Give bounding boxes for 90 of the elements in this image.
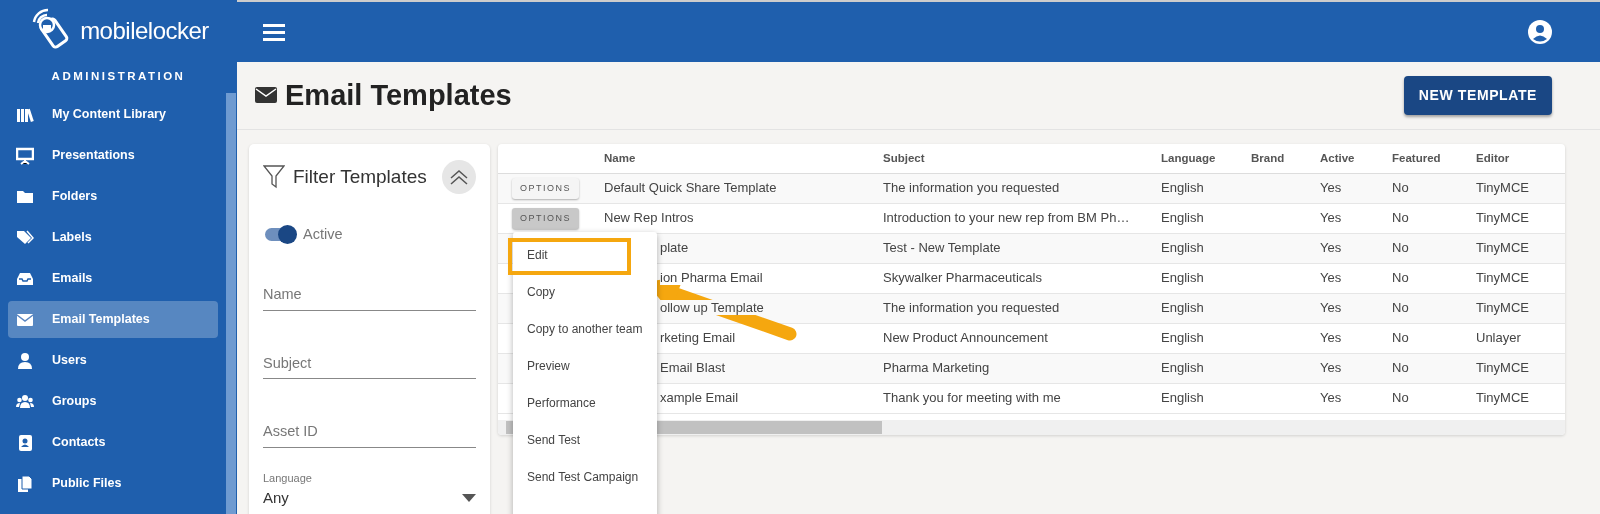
caret-icon [462,493,476,502]
nav-icon [16,392,34,411]
sidebar-item[interactable]: Users [8,342,218,380]
sidebar-item[interactable]: Presentations [8,137,218,175]
table-cell: TinyMCE [1476,270,1529,286]
menu-item[interactable]: Send Test Campaign [513,460,657,497]
menu-item[interactable]: Preview [513,349,657,386]
table-cell: TinyMCE [1476,240,1529,256]
menu-item[interactable]: Send Test [513,423,657,460]
input-field[interactable]: Name [263,279,476,311]
table-cell: TinyMCE [1476,390,1529,406]
table-cell: No [1392,360,1409,376]
sidebar-item[interactable]: Contacts [8,424,218,462]
table-cell: Skywalker Pharmaceuticals [883,270,1042,286]
table-cell: No [1392,240,1409,256]
column-header: Brand [1251,144,1320,173]
toggle-switch[interactable] [265,228,295,242]
nav-icon [16,433,34,452]
table-cell: TinyMCE [1476,360,1529,376]
filter-title: Filter Templates [293,164,427,189]
table-cell: English [1161,360,1204,376]
section-heading: ADMINISTRATION [50,69,187,84]
table-cell: TinyMCE [1476,300,1529,316]
column-header: Name [604,144,883,173]
page-title: Email Templates [285,78,512,113]
envelope-icon [255,87,277,104]
options-button[interactable]: OPTIONS [512,177,579,200]
table-cell: ion Pharma Email [660,270,763,286]
table-cell: Unlayer [1476,330,1521,346]
table-cell: Introduction to your new rep from BM Ph… [883,210,1130,226]
table-cell: Pharma Marketing [883,360,990,376]
table-cell: TinyMCE [1476,180,1529,196]
nav-icon [16,474,34,493]
menu-item[interactable]: Copy [513,275,657,312]
sidebar-item[interactable]: Emails [8,260,218,298]
table-cell: English [1161,240,1204,256]
sidebar-item[interactable]: Folders [8,178,218,216]
nav-icon [16,351,34,370]
table-cell: Yes [1320,240,1342,256]
sidebar-item[interactable]: Groups [8,383,218,421]
collapse-button[interactable] [442,160,476,194]
table-cell: plate [660,240,689,256]
table-cell: Email Blast [660,360,726,376]
sidebar-item[interactable]: Labels [8,219,218,257]
table-cell: xample Email [660,390,739,406]
column-header: Editor [1476,144,1565,173]
table-cell: The information you requested [883,300,1060,316]
table-cell: The information you requested [883,180,1060,196]
column-header: Active [1320,144,1392,173]
table-cell: No [1392,180,1409,196]
field-label: Language [263,471,313,486]
table-cell: English [1161,180,1204,196]
table-cell: Yes [1320,360,1342,376]
column-header: Featured [1392,144,1476,173]
language-select[interactable]: Any [263,486,476,509]
table-cell: Default Quick Share Template [604,180,777,196]
table-cell: rketing Email [660,330,736,346]
table-cell: ollow up Template [660,300,764,316]
input-field[interactable]: Subject [263,348,476,380]
filter-icon [263,165,285,189]
options-button[interactable]: OPTIONS [512,207,579,230]
column-header: Language [1161,144,1251,173]
table-cell: English [1161,210,1204,226]
sidebar-item[interactable]: Email Templates [8,301,218,339]
input-field[interactable]: Asset ID [263,417,476,448]
menu-item[interactable]: Performance [513,386,657,423]
table-cell: English [1161,330,1204,346]
chevrons-up-icon [449,169,469,185]
account-icon[interactable] [1528,20,1552,44]
sidebar-item[interactable]: Public Files [8,465,218,503]
scrollbar[interactable] [226,93,236,514]
table-cell: No [1392,300,1409,316]
table-cell: English [1161,270,1204,286]
new-template-button[interactable]: NEW TEMPLATE [1403,76,1552,115]
table-cell: TinyMCE [1476,210,1529,226]
menu-item[interactable]: Copy to another team [513,312,657,349]
table-cell: English [1161,300,1204,316]
toggle-label: Active [303,225,343,244]
logo-text: mobilelocker [80,16,209,46]
table-cell: Yes [1320,180,1342,196]
nav-icon [16,146,34,165]
table-cell: New Rep Intros [604,210,694,226]
table-cell: Thank you for meeting with me [883,390,1061,406]
nav-icon [16,228,34,247]
column-header: Subject [883,144,1161,173]
menu-icon[interactable] [263,23,285,41]
table-cell: Test - New Template [883,240,1001,256]
table-cell: English [1161,390,1204,406]
sidebar-item[interactable]: My Content Library [8,96,218,134]
table-cell: Yes [1320,300,1342,316]
